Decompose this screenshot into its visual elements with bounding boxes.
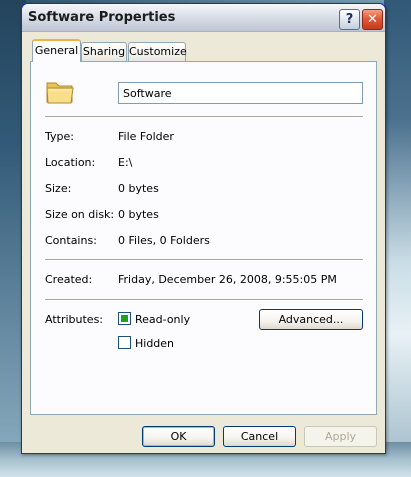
read-only-label[interactable]: Read-only xyxy=(135,313,190,326)
tab-sharing[interactable]: Sharing xyxy=(81,42,127,61)
advanced-button[interactable]: Advanced... xyxy=(259,309,363,330)
divider xyxy=(45,259,363,261)
properties-dialog: Software Properties ? ✕ General Sharing … xyxy=(21,3,386,454)
contains-value: 0 Files, 0 Folders xyxy=(118,234,210,247)
tab-general[interactable]: General xyxy=(32,39,81,62)
type-value: File Folder xyxy=(118,130,174,143)
tab-label: Customize xyxy=(129,45,187,58)
cancel-button-label: Cancel xyxy=(240,430,279,443)
advanced-button-label: Advanced... xyxy=(278,313,344,326)
size-label: Size: xyxy=(45,182,72,195)
tab-label: Sharing xyxy=(82,45,126,58)
tab-customize[interactable]: Customize xyxy=(128,42,187,61)
ok-button[interactable]: OK xyxy=(142,426,215,447)
divider xyxy=(45,299,363,301)
location-value: E:\ xyxy=(118,156,133,169)
folder-icon xyxy=(46,82,74,104)
size-on-disk-label: Size on disk: xyxy=(45,208,115,221)
general-tab-panel: Type: File Folder Location: E:\ Size: 0 … xyxy=(30,61,377,415)
title-bar[interactable]: Software Properties ? ✕ xyxy=(22,4,385,32)
created-value: Friday, December 26, 2008, 9:55:05 PM xyxy=(118,273,337,286)
size-on-disk-value: 0 bytes xyxy=(118,208,159,221)
hidden-label[interactable]: Hidden xyxy=(135,337,174,350)
folder-name-input[interactable] xyxy=(118,82,363,104)
size-value: 0 bytes xyxy=(118,182,159,195)
location-label: Location: xyxy=(45,156,96,169)
attributes-label: Attributes: xyxy=(45,313,104,326)
apply-button-label: Apply xyxy=(324,430,357,443)
type-label: Type: xyxy=(45,130,74,143)
contains-label: Contains: xyxy=(45,234,97,247)
divider xyxy=(45,116,363,118)
window-title: Software Properties xyxy=(28,10,176,25)
apply-button[interactable]: Apply xyxy=(304,426,377,447)
tab-label: General xyxy=(34,44,79,57)
ok-button-label: OK xyxy=(170,430,187,443)
desktop-right-area xyxy=(384,0,411,477)
created-label: Created: xyxy=(45,273,93,286)
close-icon: ✕ xyxy=(367,12,378,27)
read-only-checkbox[interactable] xyxy=(118,312,131,325)
help-icon: ? xyxy=(345,12,354,27)
close-button[interactable]: ✕ xyxy=(362,9,383,30)
help-button[interactable]: ? xyxy=(339,9,360,30)
hidden-checkbox[interactable] xyxy=(118,336,131,349)
cancel-button[interactable]: Cancel xyxy=(223,426,296,447)
